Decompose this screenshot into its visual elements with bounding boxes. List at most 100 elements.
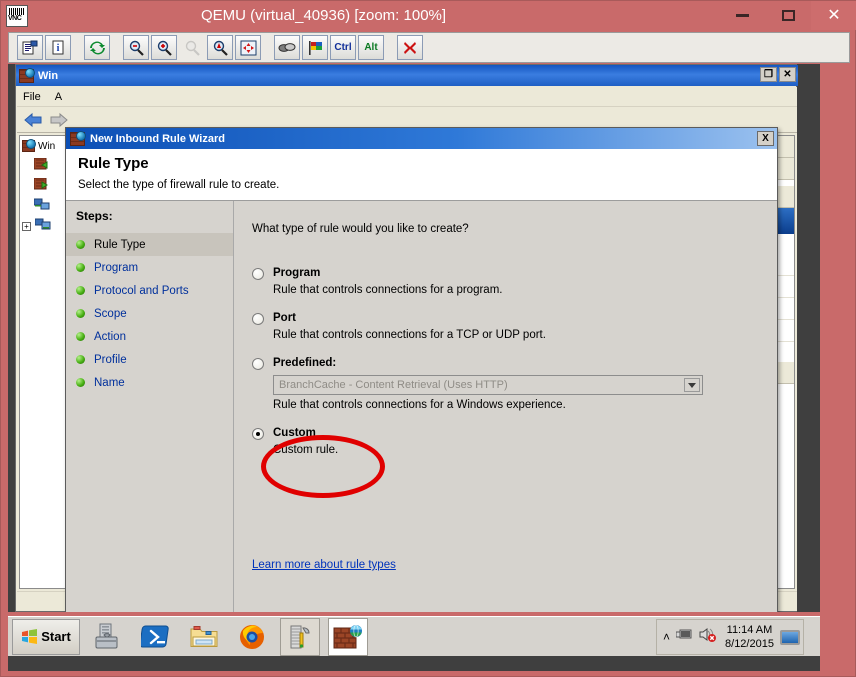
disconnect-icon[interactable] [397, 35, 423, 60]
zoom-in-icon[interactable] [151, 35, 177, 60]
alt-key-button[interactable]: Alt [358, 35, 384, 60]
clock-date: 8/12/2015 [725, 638, 774, 650]
step-name[interactable]: Name [66, 371, 233, 394]
predefined-rule-value: BranchCache - Content Retrieval (Uses HT… [279, 379, 508, 391]
show-desktop-icon[interactable] [779, 629, 800, 645]
taskbar-item-server-manager[interactable] [88, 618, 128, 656]
radio-predefined[interactable] [252, 358, 264, 370]
tree-expander-icon[interactable]: + [22, 221, 31, 231]
page-subtitle: Select the type of firewall rule to crea… [78, 179, 280, 191]
zoom-100-icon [179, 35, 205, 60]
clock[interactable]: 11:14 AM 8/12/2015 [725, 623, 774, 651]
ctrl-key-button[interactable]: Ctrl [330, 35, 356, 60]
start-label: Start [41, 629, 71, 644]
clipboard-icon[interactable] [274, 35, 300, 60]
option-program[interactable]: Program Rule that controls connections f… [252, 267, 759, 296]
step-label: Protocol and Ports [94, 284, 189, 297]
step-bullet-icon [76, 286, 85, 295]
options-icon[interactable] [17, 35, 43, 60]
step-scope[interactable]: Scope [66, 302, 233, 325]
minimize-icon [735, 14, 749, 17]
option-port[interactable]: Port Rule that controls connections for … [252, 312, 759, 341]
firefox-icon [240, 624, 264, 649]
firewall-brick-icon [22, 139, 36, 152]
mmc-restore-button[interactable]: ❐ [760, 67, 777, 82]
step-protocol-and-ports[interactable]: Protocol and Ports [66, 279, 233, 302]
radio-port[interactable] [252, 313, 264, 325]
chevron-down-icon[interactable] [684, 378, 700, 392]
mmc-menubar: File A [17, 87, 797, 107]
taskbar-item-mmc-console[interactable] [280, 617, 320, 656]
menu-action[interactable]: A [55, 91, 62, 103]
learn-more-link[interactable]: Learn more about rule types [252, 559, 396, 571]
server-manager-icon [95, 623, 118, 648]
step-program[interactable]: Program [66, 256, 233, 279]
close-button[interactable]: ✕ [811, 1, 856, 30]
start-button[interactable]: Start [12, 618, 80, 655]
connection-security-icon [33, 198, 50, 214]
send-keys-icon[interactable] [302, 35, 328, 60]
option-title: Predefined: [273, 357, 337, 369]
wizard-header: Rule Type Select the type of firewall ru… [66, 149, 777, 201]
step-bullet-icon [76, 355, 85, 364]
step-label: Name [94, 376, 125, 389]
outbound-rules-icon [33, 177, 49, 194]
step-bullet-icon [76, 309, 85, 318]
step-label: Rule Type [94, 238, 146, 251]
powershell-icon [141, 625, 169, 647]
mmc-close-button[interactable]: ✕ [779, 67, 796, 82]
option-custom[interactable]: Custom Custom rule. [252, 427, 759, 456]
step-label: Profile [94, 353, 127, 366]
fullscreen-icon[interactable] [235, 35, 261, 60]
wizard-close-button[interactable]: X [757, 131, 774, 146]
clock-time: 11:14 AM [726, 624, 773, 636]
taskbar-item-windows-firewall[interactable] [328, 617, 368, 656]
step-bullet-icon [76, 263, 85, 272]
vnc-guest-screen[interactable]: Win ❐ ✕ File A Win + New Inbound Rule Wi… [8, 64, 820, 612]
step-bullet-icon [76, 332, 85, 341]
tree-root-label: Win [38, 140, 56, 152]
network-icon[interactable] [675, 627, 693, 647]
menu-file[interactable]: File [23, 91, 41, 103]
option-title: Custom [273, 427, 316, 439]
alt-key-label: Alt [364, 42, 378, 53]
refresh-icon[interactable] [84, 35, 110, 60]
option-predefined[interactable]: Predefined: BranchCache - Content Retrie… [252, 357, 759, 411]
connection-info-icon[interactable]: i [45, 35, 71, 60]
file-explorer-icon [190, 625, 218, 647]
step-profile[interactable]: Profile [66, 348, 233, 371]
maximize-button[interactable] [765, 1, 811, 30]
inbound-rules-icon [33, 157, 49, 174]
wizard-steps-pane: Steps: Rule Type Program Protocol and Po… [66, 201, 234, 612]
step-rule-type[interactable]: Rule Type [66, 233, 233, 256]
steps-label: Steps: [76, 209, 113, 223]
vnc-viewer-window: QEMU (virtual_40936) [zoom: 100%] ✕ i [0, 0, 856, 677]
volume-muted-icon[interactable] [699, 627, 717, 647]
option-description: Rule that controls connections for a TCP… [273, 329, 546, 341]
vnc-window-title: QEMU (virtual_40936) [zoom: 100%] [200, 7, 447, 24]
windows-firewall-icon [333, 624, 362, 648]
windows-logo-icon [22, 629, 38, 644]
taskbar-item-powershell[interactable] [136, 618, 176, 656]
radio-program[interactable] [252, 268, 264, 280]
option-description: Rule that controls connections for a Win… [273, 399, 566, 411]
monitoring-icon [34, 218, 51, 234]
step-label: Action [94, 330, 126, 343]
maximize-icon [781, 10, 795, 21]
zoom-out-icon[interactable] [123, 35, 149, 60]
option-title: Port [273, 312, 296, 324]
step-label: Scope [94, 307, 127, 320]
taskbar-item-file-explorer[interactable] [184, 618, 224, 656]
minimize-button[interactable] [719, 1, 765, 30]
step-bullet-icon [76, 240, 85, 249]
taskbar-item-firefox[interactable] [232, 618, 272, 656]
predefined-rule-dropdown[interactable]: BranchCache - Content Retrieval (Uses HT… [273, 375, 703, 395]
radio-custom[interactable] [252, 428, 264, 440]
mmc-titlebar: Win ❐ ✕ [16, 65, 798, 86]
show-hidden-icons-chevron[interactable]: ˄ [663, 630, 670, 644]
zoom-fit-icon[interactable] [207, 35, 233, 60]
back-navigation-icon[interactable] [22, 110, 44, 130]
wizard-titlebar: New Inbound Rule Wizard X [66, 128, 777, 149]
step-action[interactable]: Action [66, 325, 233, 348]
option-description: Custom rule. [273, 444, 339, 456]
